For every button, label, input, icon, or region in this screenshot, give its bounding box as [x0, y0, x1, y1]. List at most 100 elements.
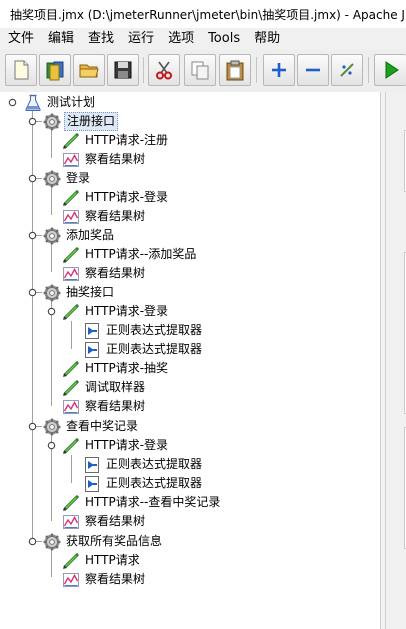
http-sampler-pen-icon [62, 132, 80, 150]
tree-node-label: 正则表达式提取器 [106, 476, 203, 490]
tree-node-thread-group[interactable]: 抽奖接口 [43, 283, 116, 302]
new-button[interactable] [5, 54, 37, 86]
toolbar [0, 50, 406, 93]
http-sampler-pen-icon [62, 303, 80, 321]
right-detail-panel [386, 92, 406, 629]
tree-node-thread-group[interactable]: 注册接口 [43, 112, 119, 131]
tree-node-sampler[interactable]: HTTP请求--添加奖品 [62, 245, 198, 264]
menu-help[interactable]: 帮助 [247, 28, 287, 50]
menu-tools[interactable]: Tools [201, 28, 247, 50]
tree-node-label: HTTP请求--查看中奖记录 [85, 495, 221, 509]
http-sampler-pen-icon [62, 360, 80, 378]
tree-node-extractor[interactable]: 正则表达式提取器 [83, 340, 204, 359]
expand-all-button[interactable] [263, 54, 295, 86]
copy-icon [191, 61, 209, 80]
collapse-toggle-icon[interactable] [28, 288, 37, 297]
tree-node-thread-group[interactable]: 添加奖品 [43, 226, 116, 245]
http-sampler-pen-icon [62, 437, 80, 455]
regex-extractor-icon [83, 456, 101, 474]
tree-node-thread-group[interactable]: 登录 [43, 169, 92, 188]
paste-button[interactable] [219, 54, 251, 86]
menu-edit[interactable]: 编辑 [41, 28, 81, 50]
regex-extractor-icon [83, 322, 101, 340]
menu-bar: 文件 编辑 查找 运行 选项 Tools 帮助 [0, 28, 406, 50]
tree-guide [51, 301, 52, 406]
collapse-toggle-icon[interactable] [28, 422, 37, 431]
collapse-toggle-icon[interactable] [28, 174, 37, 183]
new-icon [14, 60, 29, 80]
collapse-toggle-icon[interactable] [8, 98, 17, 107]
result-tree-chart-icon [62, 513, 80, 531]
tree-node-sampler[interactable]: HTTP请求-登录 [62, 302, 170, 321]
save-icon [114, 61, 132, 79]
collapse-toggle-icon[interactable] [47, 441, 56, 450]
tree-node-sampler[interactable]: 调试取样器 [62, 378, 147, 397]
templates-icon [46, 61, 64, 81]
regex-extractor-icon [83, 475, 101, 493]
tree-node-label: 正则表达式提取器 [106, 342, 203, 356]
tree-node-label: HTTP请求 [85, 553, 140, 567]
paste-icon [226, 60, 244, 81]
tree-guide [51, 187, 52, 215]
collapse-all-button[interactable] [297, 54, 329, 86]
tree-node-label: 登录 [66, 171, 91, 185]
title-bar: 抽奖项目.jmx (D:\jmeterRunner\jmeter\bin\抽奖项… [0, 0, 406, 28]
http-sampler-pen-icon [62, 189, 80, 207]
tree-node-sampler[interactable]: HTTP请求 [62, 551, 142, 570]
tree-node-label: 正则表达式提取器 [106, 323, 203, 337]
copy-button[interactable] [184, 54, 216, 86]
http-sampler-pen-icon [62, 246, 80, 264]
menu-run[interactable]: 运行 [121, 28, 161, 50]
tree-node-listener[interactable]: 察看结果树 [62, 264, 147, 283]
thread-group-gear-icon [43, 284, 61, 302]
window-title: 抽奖项目.jmx (D:\jmeterRunner\jmeter\bin\抽奖项… [10, 7, 406, 22]
collapse-icon [306, 68, 320, 72]
tree-node-thread-group[interactable]: 查看中奖记录 [43, 417, 140, 436]
toolbar-separator [368, 57, 369, 83]
tree-guide [51, 244, 52, 272]
start-button[interactable] [374, 54, 406, 86]
tree-node-label: HTTP请求-登录 [85, 190, 169, 204]
tree-node-sampler[interactable]: HTTP请求-登录 [62, 188, 170, 207]
tree-guide [71, 455, 72, 483]
tree-node-label: 查看中奖记录 [66, 419, 139, 433]
templates-button[interactable] [39, 54, 71, 86]
menu-options[interactable]: 选项 [161, 28, 201, 50]
tree-node-listener[interactable]: 察看结果树 [62, 150, 147, 169]
debug-sampler-pen-icon [62, 379, 80, 397]
thread-group-gear-icon [43, 533, 61, 551]
tree-node-label: 注册接口 [64, 112, 119, 131]
collapse-toggle-icon[interactable] [28, 117, 37, 126]
menu-file[interactable]: 文件 [0, 28, 41, 50]
tree-guide [51, 549, 52, 577]
collapse-toggle-icon[interactable] [28, 537, 37, 546]
result-tree-chart-icon [62, 398, 80, 416]
save-button[interactable] [107, 54, 139, 86]
thread-group-gear-icon [43, 113, 61, 131]
tree-node-extractor[interactable]: 正则表达式提取器 [83, 455, 204, 474]
tree-node-label: HTTP请求--添加奖品 [85, 247, 197, 261]
tree-node-listener[interactable]: 察看结果树 [62, 512, 147, 531]
tree-node-extractor[interactable]: 正则表达式提取器 [83, 321, 204, 340]
tree-node-label: HTTP请求-抽奖 [85, 361, 169, 375]
collapse-toggle-icon[interactable] [28, 231, 37, 240]
tree-node-listener[interactable]: 察看结果树 [62, 207, 147, 226]
tree-node-listener[interactable]: 察看结果树 [62, 397, 147, 416]
tree-node-label: 测试计划 [47, 95, 96, 109]
menu-search[interactable]: 查找 [81, 28, 121, 50]
toggle-button[interactable] [331, 54, 363, 86]
cut-button[interactable] [148, 54, 180, 86]
tree-node-sampler[interactable]: HTTP请求--查看中奖记录 [62, 493, 222, 512]
tree-node-sampler[interactable]: HTTP请求-注册 [62, 131, 170, 150]
tree-node-sampler[interactable]: HTTP请求-抽奖 [62, 359, 170, 378]
tree-node-extractor[interactable]: 正则表达式提取器 [83, 474, 204, 493]
tree-node-sampler[interactable]: HTTP请求-登录 [62, 436, 170, 455]
open-button[interactable] [73, 54, 105, 86]
test-plan-tree: 测试计划 注册接口 HTTP请求-注册 察看结果树 登录 HTTP请求-登录 察… [0, 92, 380, 629]
tree-node-label: HTTP请求-登录 [85, 304, 169, 318]
tree-node-listener[interactable]: 察看结果树 [62, 570, 147, 589]
tree-node-thread-group[interactable]: 获取所有奖品信息 [43, 532, 164, 551]
collapse-toggle-icon[interactable] [47, 307, 56, 316]
toggle-icon [340, 63, 354, 77]
tree-node-test-plan[interactable]: 测试计划 [24, 93, 97, 112]
